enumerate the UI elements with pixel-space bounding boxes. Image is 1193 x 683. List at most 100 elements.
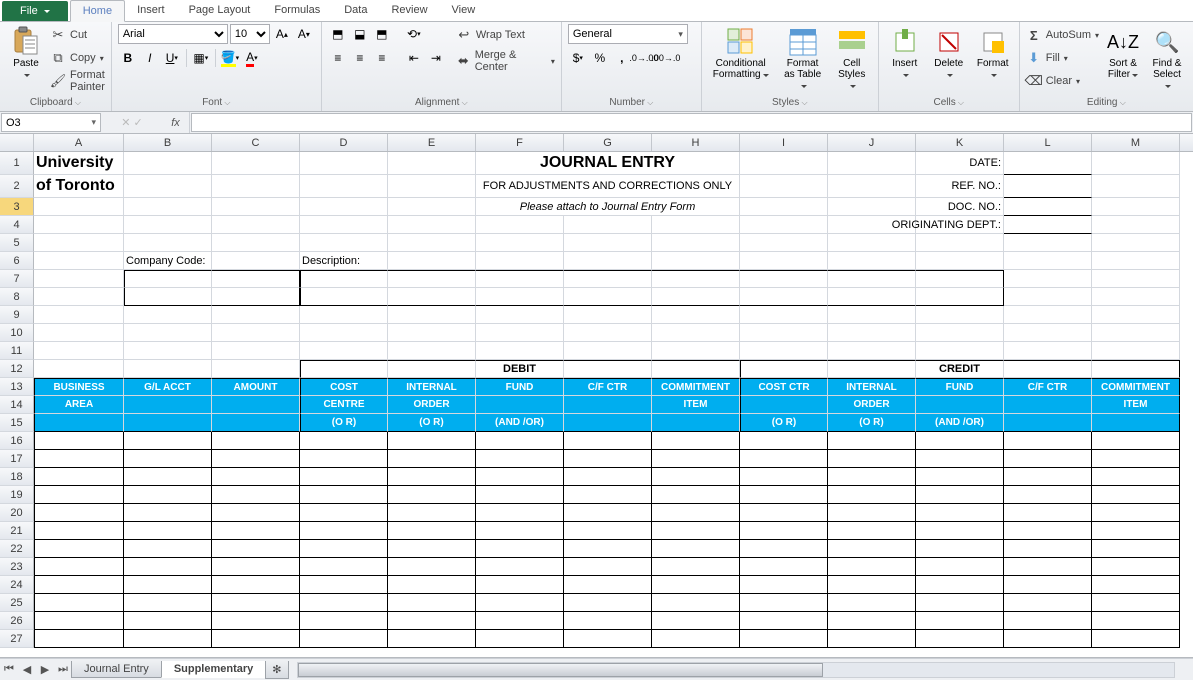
cell[interactable] <box>828 175 916 198</box>
cell[interactable] <box>1004 414 1092 432</box>
col-header[interactable]: F <box>476 134 564 151</box>
cell[interactable] <box>388 306 476 324</box>
cell[interactable] <box>1092 270 1180 288</box>
cell[interactable] <box>740 288 828 306</box>
cell[interactable]: BUSINESS <box>34 378 124 396</box>
cell[interactable] <box>476 270 564 288</box>
format-cells-button[interactable]: Format <box>973 24 1013 82</box>
decrease-font-button[interactable]: A▾ <box>294 24 314 44</box>
cell[interactable] <box>916 432 1004 450</box>
cell[interactable] <box>828 504 916 522</box>
cell[interactable] <box>124 558 212 576</box>
cell[interactable] <box>300 450 388 468</box>
cell[interactable] <box>476 252 564 270</box>
col-header[interactable]: B <box>124 134 212 151</box>
cell[interactable]: C/F CTR <box>1004 378 1092 396</box>
cell[interactable] <box>388 288 476 306</box>
cell[interactable] <box>124 288 212 306</box>
insert-cells-button[interactable]: Insert <box>885 24 925 82</box>
cell[interactable] <box>828 576 916 594</box>
cell[interactable] <box>1004 486 1092 504</box>
cell[interactable] <box>740 152 828 175</box>
cell[interactable] <box>212 152 300 175</box>
cell[interactable] <box>34 468 124 486</box>
cell[interactable] <box>1092 522 1180 540</box>
cell[interactable] <box>652 360 740 378</box>
col-header[interactable]: J <box>828 134 916 151</box>
cell[interactable]: (O R) <box>828 414 916 432</box>
select-all-corner[interactable] <box>0 134 34 151</box>
row-header[interactable]: 14 <box>0 396 34 414</box>
cell[interactable] <box>828 288 916 306</box>
cell[interactable] <box>388 594 476 612</box>
cell[interactable] <box>212 270 300 288</box>
align-left-button[interactable]: ≡ <box>328 48 348 68</box>
conditional-formatting-button[interactable]: Conditional Formatting <box>708 24 774 82</box>
cell[interactable] <box>212 486 300 504</box>
row-header[interactable]: 16 <box>0 432 34 450</box>
row-header[interactable]: 23 <box>0 558 34 576</box>
cell[interactable] <box>212 306 300 324</box>
align-right-button[interactable]: ≡ <box>372 48 392 68</box>
cell[interactable] <box>916 270 1004 288</box>
row-header[interactable]: 21 <box>0 522 34 540</box>
font-name-select[interactable]: Arial <box>118 24 228 44</box>
cell[interactable]: Please attach to Journal Entry Form <box>476 198 740 216</box>
cell[interactable] <box>740 306 828 324</box>
cell[interactable] <box>1092 468 1180 486</box>
align-top-button[interactable]: ⬒ <box>328 24 348 44</box>
cell[interactable] <box>652 342 740 360</box>
decrease-indent-button[interactable]: ⇤ <box>404 48 424 68</box>
cell[interactable] <box>916 630 1004 648</box>
cell[interactable] <box>34 324 124 342</box>
cell[interactable] <box>652 270 740 288</box>
cell[interactable] <box>212 414 300 432</box>
horizontal-scrollbar[interactable] <box>297 662 1176 678</box>
cell[interactable]: JOURNAL ENTRY <box>476 152 740 175</box>
cell[interactable] <box>564 540 652 558</box>
cell[interactable] <box>652 486 740 504</box>
cell[interactable] <box>212 342 300 360</box>
cell[interactable] <box>652 468 740 486</box>
cell[interactable] <box>300 324 388 342</box>
cell[interactable] <box>476 234 564 252</box>
cell[interactable] <box>124 324 212 342</box>
cell[interactable] <box>212 198 300 216</box>
cell[interactable] <box>1092 486 1180 504</box>
align-bottom-button[interactable]: ⬒ <box>372 24 392 44</box>
cell[interactable] <box>300 152 388 175</box>
autosum-button[interactable]: ΣAutoSum ▾ <box>1026 24 1099 46</box>
cell[interactable] <box>34 288 124 306</box>
cell[interactable] <box>740 324 828 342</box>
cell[interactable] <box>388 360 476 378</box>
cell[interactable] <box>652 216 740 234</box>
cell[interactable] <box>300 234 388 252</box>
cell[interactable] <box>564 270 652 288</box>
cell[interactable] <box>124 216 212 234</box>
cell[interactable] <box>916 540 1004 558</box>
cell[interactable] <box>124 234 212 252</box>
cell[interactable] <box>476 432 564 450</box>
tab-home[interactable]: Home <box>70 0 125 22</box>
cell[interactable] <box>740 486 828 504</box>
cell[interactable] <box>740 558 828 576</box>
cell[interactable] <box>124 450 212 468</box>
cell[interactable] <box>916 486 1004 504</box>
col-header[interactable]: L <box>1004 134 1092 151</box>
cell[interactable] <box>124 468 212 486</box>
sheet-nav-next[interactable]: ▶ <box>36 661 54 679</box>
cell[interactable] <box>124 540 212 558</box>
sort-filter-button[interactable]: A↓ZSort & Filter <box>1103 24 1143 82</box>
formula-input[interactable] <box>191 113 1192 132</box>
cell[interactable]: G/L ACCT <box>124 378 212 396</box>
cell[interactable] <box>212 450 300 468</box>
tab-formulas[interactable]: Formulas <box>262 0 332 21</box>
col-header[interactable]: K <box>916 134 1004 151</box>
cell[interactable] <box>212 234 300 252</box>
cell[interactable] <box>652 432 740 450</box>
cell[interactable] <box>34 612 124 630</box>
cell[interactable] <box>652 234 740 252</box>
cell[interactable] <box>1092 198 1180 216</box>
cell[interactable]: COMMITMENT <box>1092 378 1180 396</box>
cell[interactable] <box>652 504 740 522</box>
